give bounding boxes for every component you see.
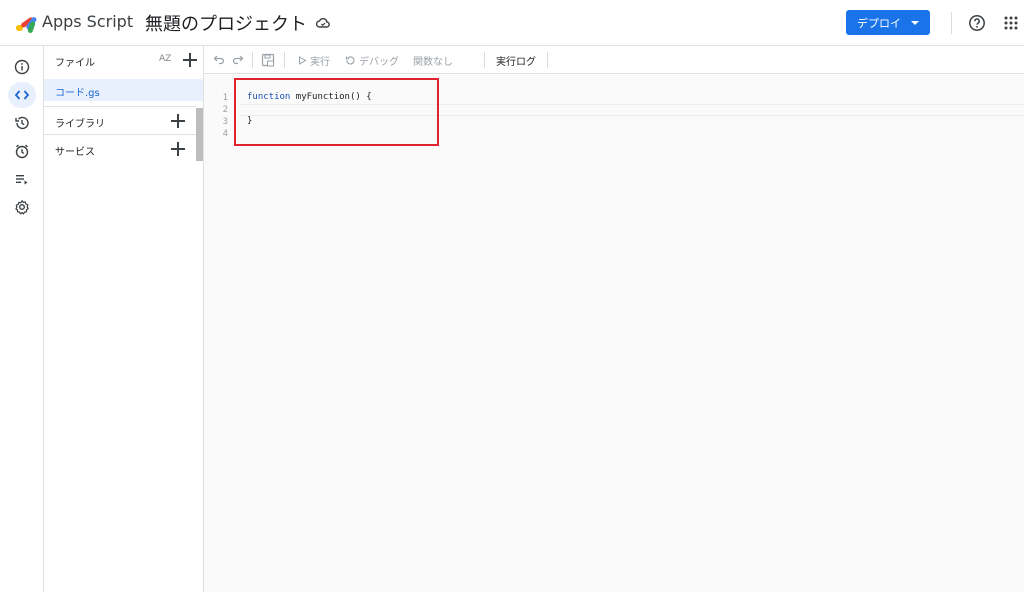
triggers-button[interactable] bbox=[8, 138, 36, 164]
file-item-label: コード.gs bbox=[55, 88, 100, 99]
debug-button[interactable]: デバッグ bbox=[345, 53, 399, 68]
files-header: ファイル AZ bbox=[44, 46, 204, 74]
alarm-icon bbox=[15, 144, 29, 159]
toolbar-divider bbox=[547, 52, 548, 68]
info-icon bbox=[14, 59, 30, 75]
file-panel: ファイル AZ コード.gs ライブラリ サービス bbox=[44, 46, 204, 592]
debug-icon bbox=[345, 56, 355, 65]
project-title[interactable]: 無題のプロジェクト bbox=[145, 10, 307, 36]
files-title: ファイル bbox=[55, 58, 95, 69]
left-rail bbox=[0, 46, 44, 592]
services-section[interactable]: サービス bbox=[44, 134, 196, 162]
function-select-value: 関数なし bbox=[413, 57, 453, 68]
editor-toolbar: 実行 デバッグ 関数なし 実行ログ bbox=[204, 46, 1024, 74]
line-number: 3 bbox=[222, 117, 228, 127]
save-button[interactable] bbox=[261, 53, 275, 67]
libraries-label: ライブラリ bbox=[55, 119, 105, 130]
save-icon bbox=[261, 53, 275, 67]
overview-button[interactable] bbox=[8, 54, 36, 80]
line-number: 4 bbox=[222, 129, 228, 139]
chevron-down-icon bbox=[911, 20, 919, 25]
executions-button[interactable] bbox=[8, 166, 36, 192]
google-apps-icon[interactable] bbox=[1004, 16, 1018, 30]
deploy-button[interactable]: デプロイ bbox=[846, 10, 930, 35]
undo-icon bbox=[213, 55, 225, 65]
apps-script-logo[interactable] bbox=[15, 12, 39, 34]
editor-button[interactable] bbox=[8, 82, 36, 108]
toolbar-divider bbox=[484, 52, 485, 68]
libraries-section[interactable]: ライブラリ bbox=[44, 106, 196, 134]
add-service-icon[interactable] bbox=[171, 142, 185, 156]
annotation-highlight-box bbox=[234, 78, 439, 146]
run-button[interactable]: 実行 bbox=[298, 53, 330, 68]
file-panel-scrollbar[interactable] bbox=[196, 108, 203, 161]
file-item-code-gs[interactable]: コード.gs bbox=[44, 79, 203, 101]
function-select[interactable]: 関数なし bbox=[413, 53, 453, 68]
debug-label: デバッグ bbox=[359, 57, 399, 68]
add-library-icon[interactable] bbox=[171, 114, 185, 128]
line-number: 1 bbox=[222, 93, 228, 103]
settings-button[interactable] bbox=[8, 194, 36, 220]
line-number: 2 bbox=[222, 105, 228, 115]
settings-icon bbox=[15, 200, 29, 215]
redo-button[interactable] bbox=[232, 53, 244, 65]
toolbar-divider bbox=[252, 52, 253, 68]
toolbar-divider bbox=[284, 52, 285, 68]
add-file-icon[interactable] bbox=[183, 53, 197, 67]
app-name[interactable]: Apps Script bbox=[42, 12, 133, 31]
help-icon[interactable] bbox=[968, 14, 986, 32]
services-label: サービス bbox=[55, 147, 95, 158]
run-label: 実行 bbox=[310, 57, 330, 68]
divider bbox=[951, 12, 952, 34]
code-icon bbox=[14, 90, 30, 100]
cloud-saved-icon bbox=[315, 18, 330, 28]
history-button[interactable] bbox=[8, 110, 36, 136]
deploy-label: デプロイ bbox=[857, 16, 901, 30]
execution-log-label: 実行ログ bbox=[496, 57, 536, 68]
execution-log-button[interactable]: 実行ログ bbox=[496, 53, 536, 68]
code-editor[interactable]: 1 2 3 4 function myFunction() { } bbox=[204, 75, 1024, 592]
history-icon bbox=[15, 116, 29, 130]
executions-icon bbox=[16, 175, 28, 185]
top-bar: Apps Script 無題のプロジェクト デプロイ bbox=[0, 0, 1024, 46]
sort-az-icon[interactable]: AZ bbox=[159, 54, 171, 64]
play-icon bbox=[299, 56, 307, 65]
redo-icon bbox=[232, 55, 244, 65]
undo-button[interactable] bbox=[213, 53, 225, 65]
